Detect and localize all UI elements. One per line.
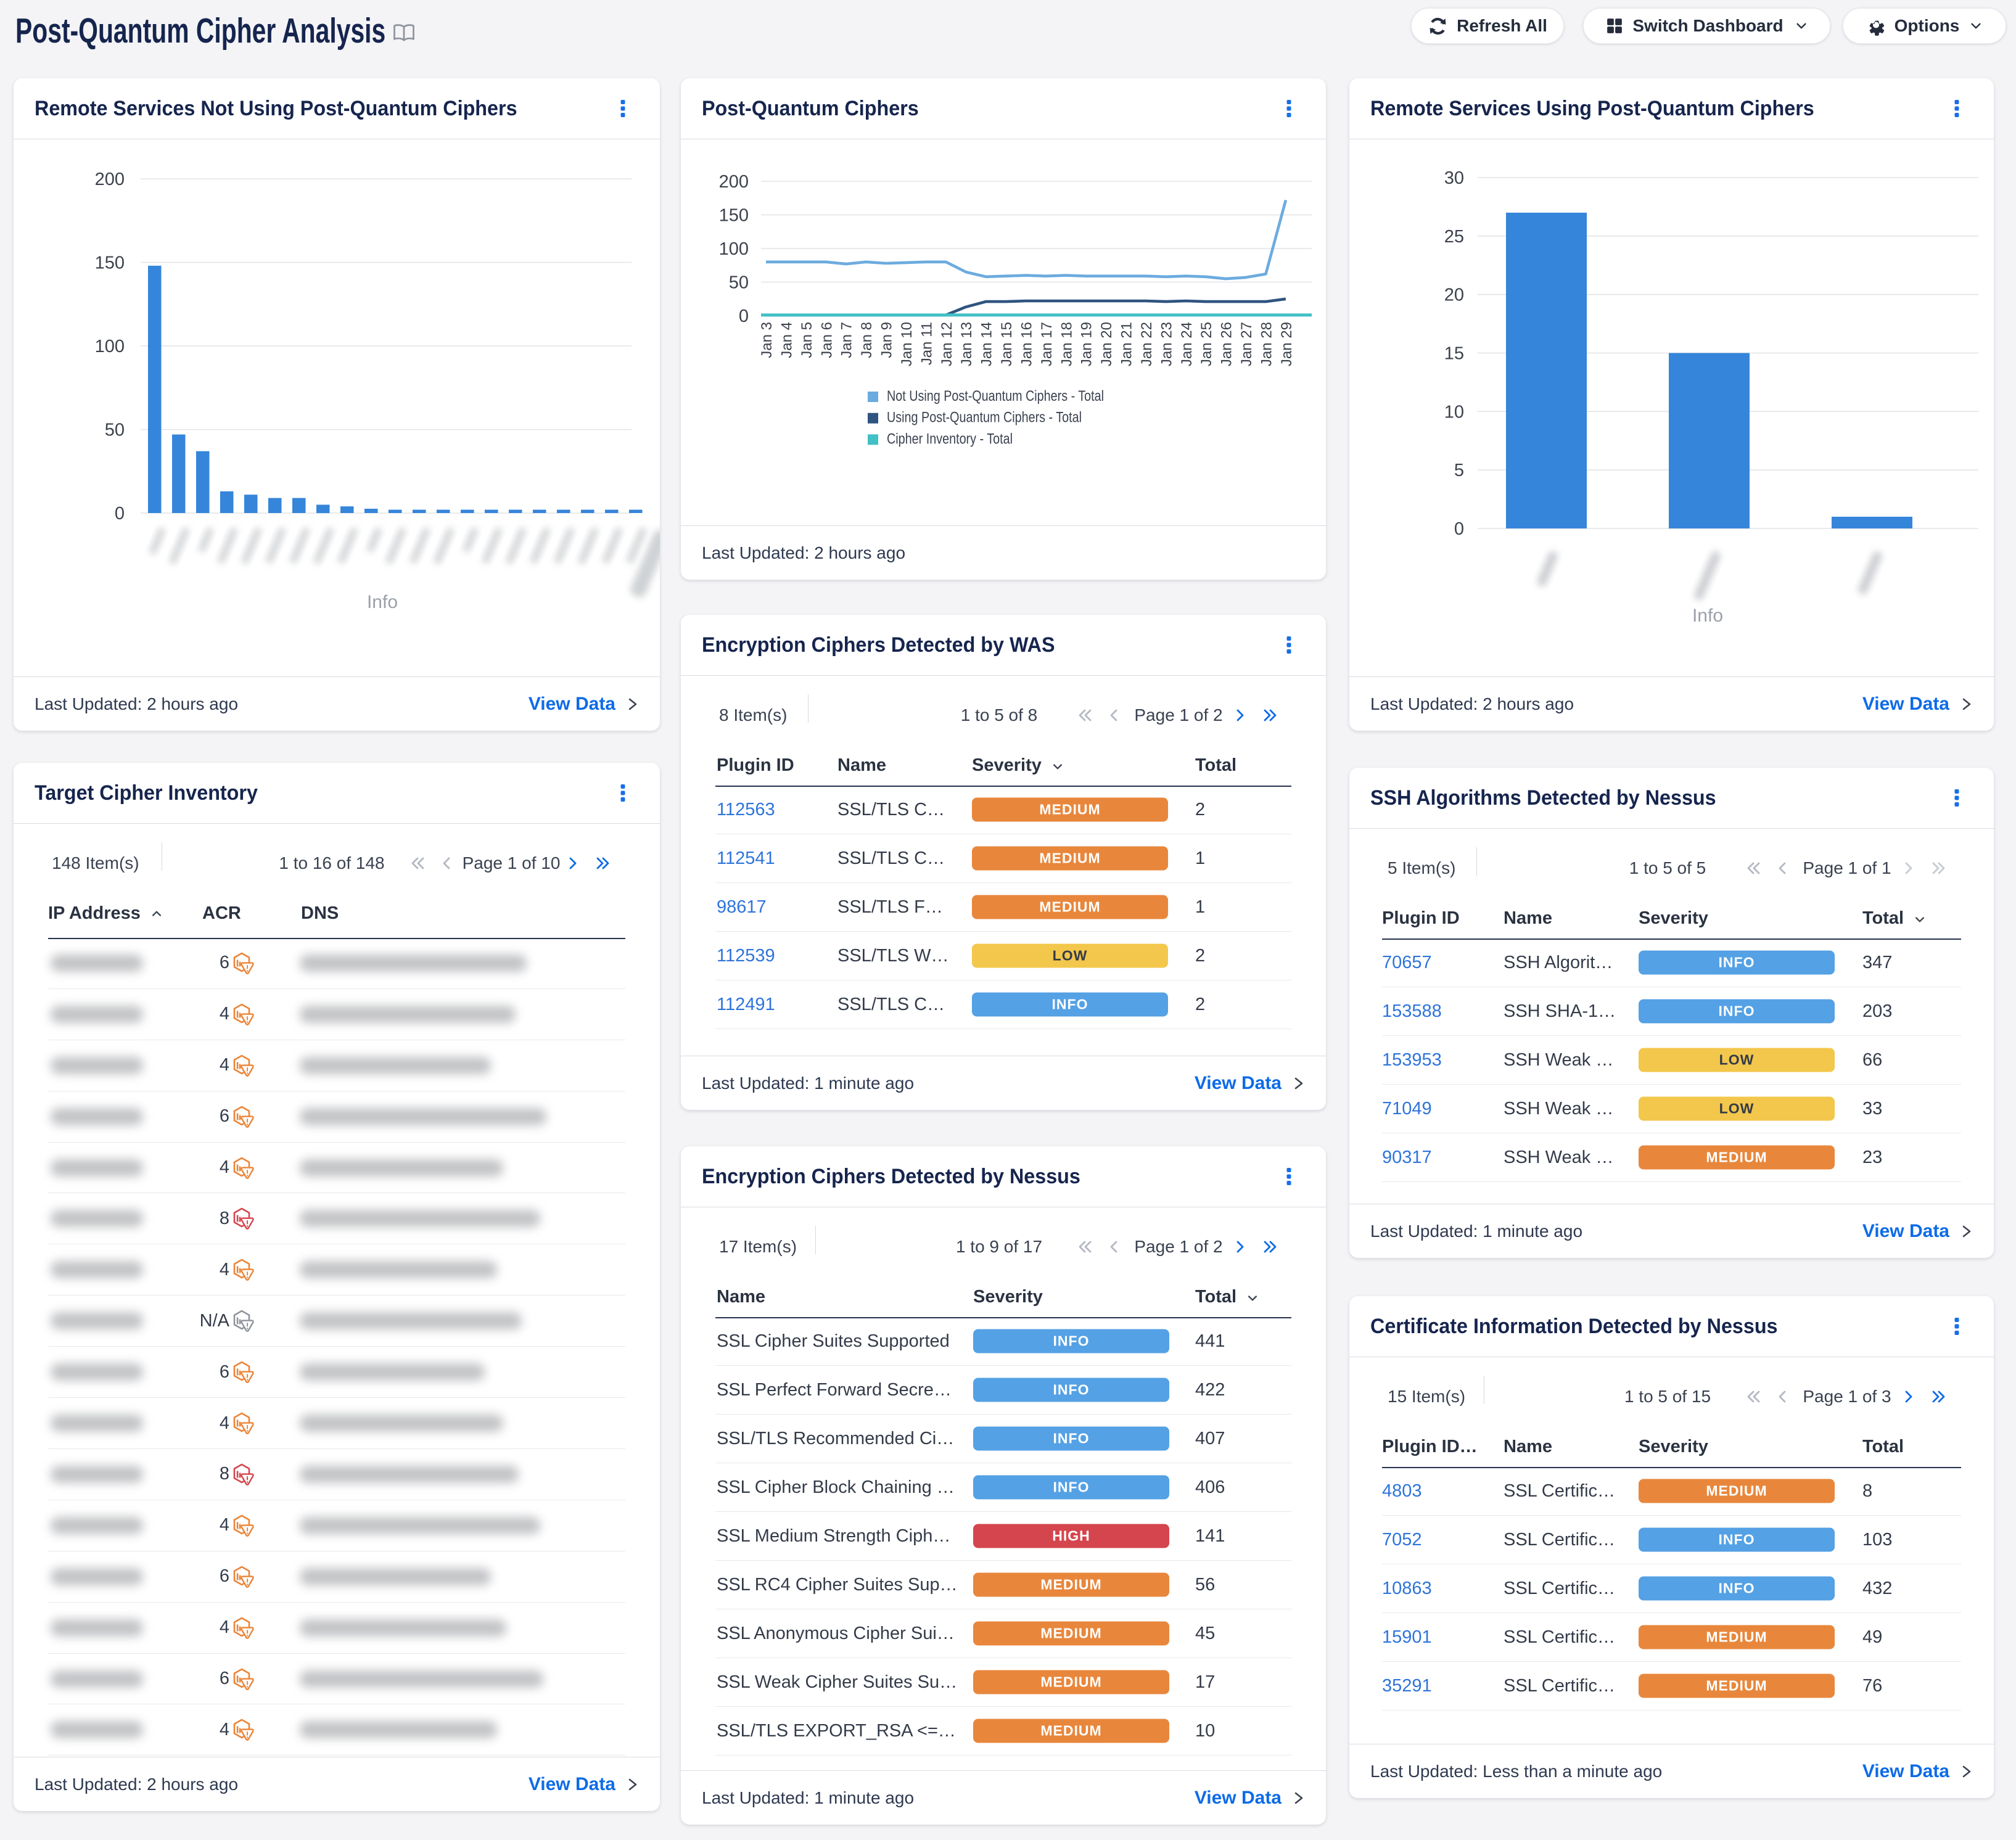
svg-text:Jan 16: Jan 16 (1019, 322, 1035, 366)
svg-text:Jan 23: Jan 23 (1158, 322, 1175, 366)
svg-text:Cipher Inventory - Total: Cipher Inventory - Total (887, 430, 1013, 447)
svg-text:Jan 13: Jan 13 (958, 322, 975, 366)
svg-text:Jan 27: Jan 27 (1238, 322, 1255, 366)
svg-text:Not Using Post-Quantum Ciphers: Not Using Post-Quantum Ciphers - Total (887, 388, 1104, 405)
svg-text:100: 100 (719, 239, 749, 259)
svg-text:Jan 6: Jan 6 (818, 322, 835, 358)
svg-text:20: 20 (1444, 285, 1464, 305)
svg-text:25: 25 (1444, 227, 1464, 247)
svg-text:Using Post-Quantum Ciphers - T: Using Post-Quantum Ciphers - Total (887, 409, 1082, 426)
svg-text:Jan 17: Jan 17 (1039, 322, 1055, 366)
svg-text:0: 0 (739, 306, 749, 326)
svg-text:10: 10 (1444, 402, 1464, 422)
svg-text:0: 0 (115, 504, 125, 524)
svg-text:Jan 28: Jan 28 (1259, 322, 1275, 366)
svg-text:Jan 12: Jan 12 (939, 322, 955, 366)
svg-text:Jan 4: Jan 4 (778, 322, 795, 358)
svg-text:Jan 29: Jan 29 (1278, 322, 1295, 366)
svg-text:Jan 25: Jan 25 (1198, 322, 1215, 366)
svg-text:Info: Info (1692, 606, 1723, 626)
svg-text:Jan 7: Jan 7 (839, 322, 855, 358)
svg-text:Jan 26: Jan 26 (1219, 322, 1235, 366)
svg-text:Jan 5: Jan 5 (799, 322, 815, 358)
svg-text:30: 30 (1444, 168, 1464, 188)
svg-text:Jan 22: Jan 22 (1138, 322, 1155, 366)
svg-text:Jan 15: Jan 15 (998, 322, 1015, 366)
svg-text:50: 50 (729, 273, 749, 293)
svg-text:150: 150 (95, 253, 125, 273)
svg-text:200: 200 (719, 172, 749, 192)
svg-text:0: 0 (1454, 519, 1464, 539)
svg-text:150: 150 (719, 206, 749, 226)
svg-text:Jan 21: Jan 21 (1119, 322, 1135, 366)
svg-text:Jan 9: Jan 9 (879, 322, 895, 358)
svg-text:Jan 3: Jan 3 (759, 322, 775, 358)
svg-text:Jan 10: Jan 10 (899, 322, 915, 366)
svg-text:15: 15 (1444, 344, 1464, 364)
svg-text:Jan 19: Jan 19 (1079, 322, 1095, 366)
svg-text:Jan 11: Jan 11 (918, 322, 935, 365)
svg-text:Jan 8: Jan 8 (858, 322, 875, 358)
svg-text:Jan 24: Jan 24 (1179, 322, 1195, 366)
svg-text:Jan 20: Jan 20 (1098, 322, 1115, 366)
svg-text:100: 100 (95, 337, 125, 356)
svg-text:Jan 18: Jan 18 (1058, 322, 1075, 366)
svg-text:5: 5 (1454, 461, 1464, 480)
svg-text:200: 200 (95, 170, 125, 189)
svg-text:Jan 14: Jan 14 (979, 322, 995, 366)
svg-text:50: 50 (105, 421, 125, 440)
svg-text:Info: Info (367, 592, 398, 612)
